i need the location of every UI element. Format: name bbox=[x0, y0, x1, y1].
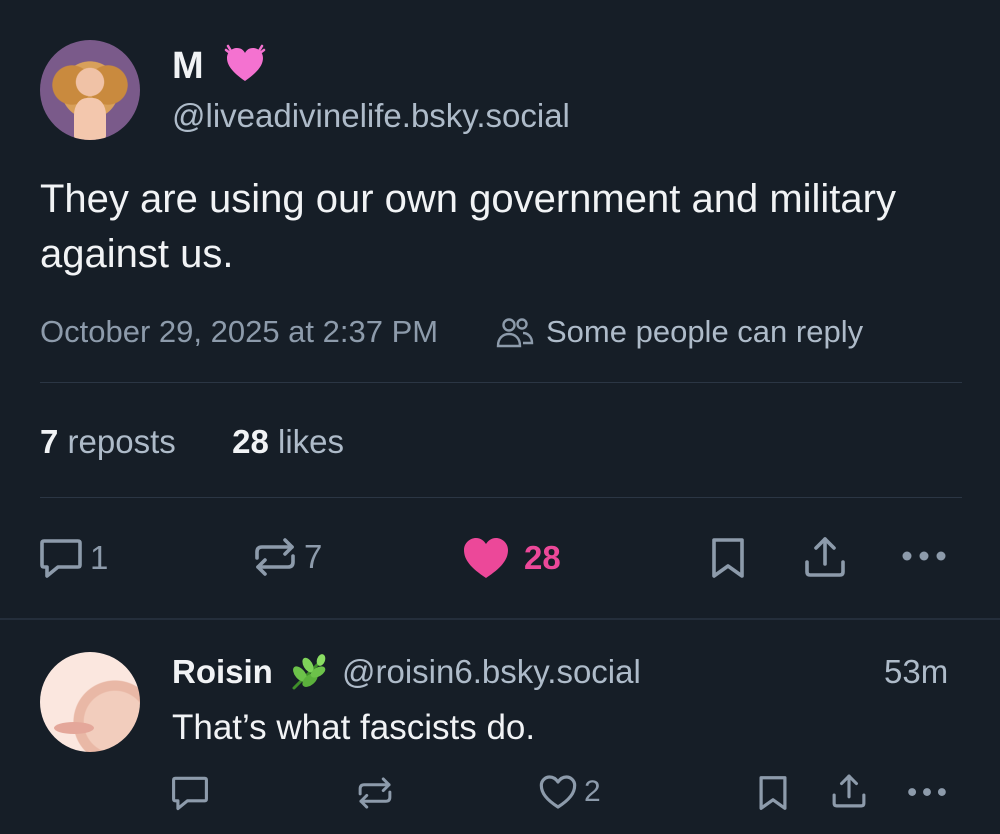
divider bbox=[40, 497, 962, 498]
reply-author-avatar[interactable] bbox=[40, 652, 140, 752]
reply-like-button[interactable]: 2 bbox=[538, 772, 601, 812]
post-timestamp: October 29, 2025 at 2:37 PM bbox=[40, 314, 439, 349]
bookmark-icon bbox=[759, 776, 787, 810]
section-separator bbox=[0, 618, 1000, 620]
like-count: 28 bbox=[524, 539, 561, 576]
divider bbox=[40, 382, 962, 383]
people-icon bbox=[496, 316, 534, 350]
reply-bookmark-button[interactable] bbox=[756, 774, 790, 812]
reposts-label: reposts bbox=[67, 423, 176, 460]
likes-label: likes bbox=[277, 423, 345, 460]
heart-emoji-icon bbox=[224, 44, 266, 86]
more-icon bbox=[902, 551, 946, 561]
share-button[interactable] bbox=[802, 534, 848, 580]
heart-filled-icon bbox=[464, 538, 508, 578]
comment-icon bbox=[172, 776, 208, 811]
comment-icon bbox=[40, 539, 82, 578]
engagement-stats: 7 reposts 28 likes bbox=[40, 422, 344, 462]
post-text: They are using our own government and mi… bbox=[40, 177, 896, 276]
repost-button[interactable]: 7 bbox=[252, 536, 322, 578]
bookmark-icon bbox=[712, 538, 744, 578]
share-icon bbox=[805, 537, 845, 577]
herb-emoji-icon bbox=[288, 654, 328, 692]
reposts-stat[interactable]: 7 reposts bbox=[40, 423, 176, 460]
reply-button[interactable]: 1 bbox=[38, 536, 108, 580]
heart-outline-icon bbox=[539, 775, 577, 809]
bookmark-button[interactable] bbox=[708, 536, 748, 580]
more-options-button[interactable] bbox=[900, 548, 948, 564]
repost-icon bbox=[358, 777, 392, 809]
author-display-name[interactable]: M bbox=[172, 44, 204, 88]
reply-time: 53m bbox=[884, 653, 949, 690]
like-button[interactable]: 28 bbox=[462, 536, 561, 580]
reply-setting-label[interactable]: Some people can reply bbox=[546, 312, 863, 352]
repost-count: 7 bbox=[304, 538, 323, 575]
reposts-count: 7 bbox=[40, 423, 59, 460]
reply-comment-button[interactable] bbox=[170, 774, 210, 812]
likes-stat[interactable]: 28 likes bbox=[232, 423, 344, 460]
repost-icon bbox=[255, 538, 295, 576]
reply-count: 1 bbox=[90, 539, 109, 576]
author-handle[interactable]: @liveadivinelife.bsky.social bbox=[172, 96, 570, 136]
reply-author-handle[interactable]: @roisin6.bsky.social bbox=[342, 652, 641, 692]
reply-share-button[interactable] bbox=[830, 772, 868, 810]
reply-text: That’s what fascists do. bbox=[172, 708, 536, 747]
reply-author-display-name[interactable]: Roisin bbox=[172, 652, 273, 692]
reply-more-options-button[interactable] bbox=[906, 785, 948, 799]
reply-repost-button[interactable] bbox=[356, 775, 394, 811]
author-avatar[interactable] bbox=[40, 40, 140, 140]
share-icon bbox=[832, 774, 866, 808]
more-icon bbox=[908, 788, 946, 796]
likes-count: 28 bbox=[232, 423, 269, 460]
reply-like-count: 2 bbox=[584, 775, 601, 808]
